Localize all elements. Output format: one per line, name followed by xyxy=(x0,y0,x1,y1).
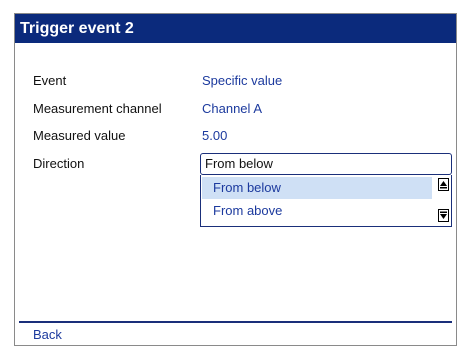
trigger-event-dialog: Trigger event 2 Event Specific value Mea… xyxy=(14,13,457,346)
scroll-down-arrow-icon[interactable] xyxy=(438,209,449,222)
event-value[interactable]: Specific value xyxy=(202,72,282,90)
direction-dropdown-list[interactable]: From below From above xyxy=(200,175,452,227)
footer-divider xyxy=(19,321,452,323)
measurement-channel-label: Measurement channel xyxy=(33,101,162,116)
measured-value-label: Measured value xyxy=(33,128,126,143)
measurement-channel-value[interactable]: Channel A xyxy=(202,100,262,118)
scroll-up-arrow-icon[interactable] xyxy=(438,178,449,191)
direction-dropdown[interactable]: From below xyxy=(200,153,452,175)
direction-label: Direction xyxy=(33,156,85,171)
dropdown-option-from-below[interactable]: From below xyxy=(202,177,432,199)
back-button[interactable]: Back xyxy=(33,327,62,343)
dropdown-option-from-above[interactable]: From above xyxy=(202,200,432,222)
event-label: Event xyxy=(33,73,67,88)
measured-value-value[interactable]: 5.00 xyxy=(202,127,227,145)
dialog-title: Trigger event 2 xyxy=(15,14,456,43)
